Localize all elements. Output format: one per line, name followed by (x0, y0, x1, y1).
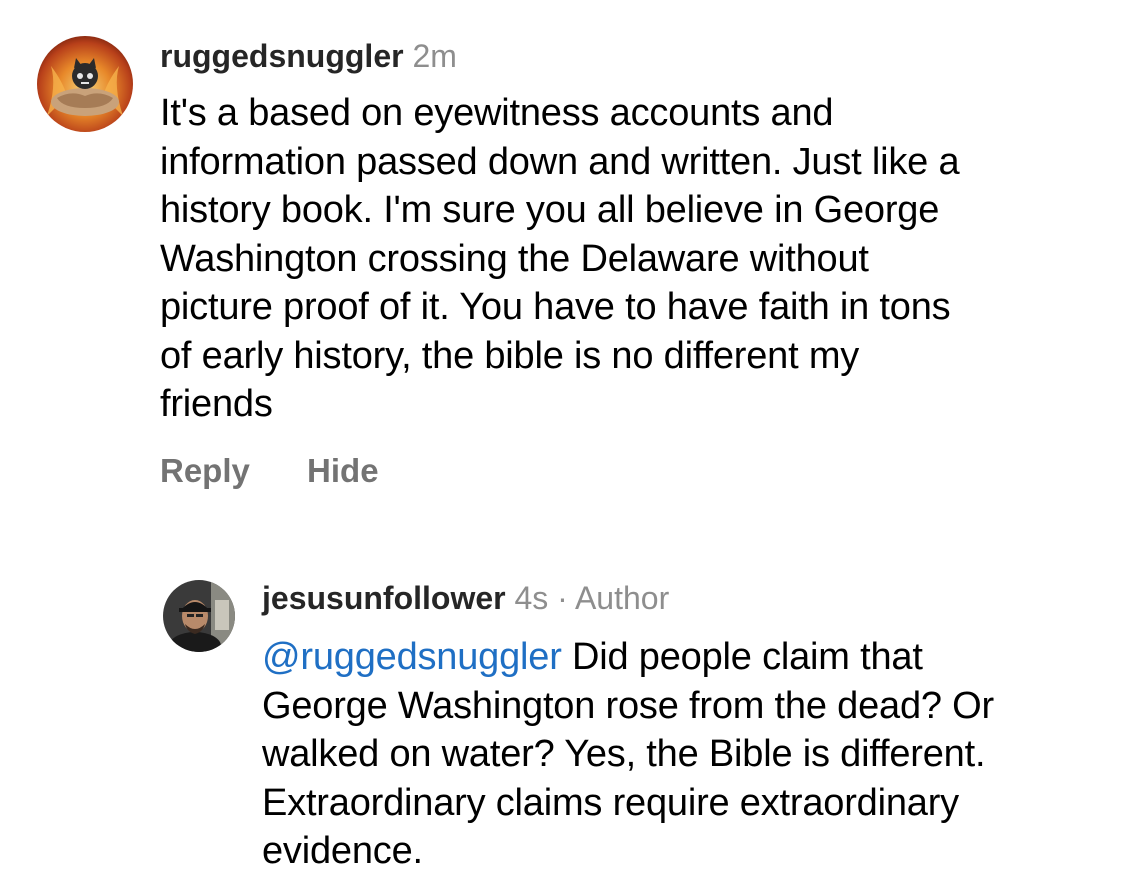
separator-dot: · (557, 580, 568, 616)
comment-text-line: information passed down and written. Jus… (160, 140, 960, 183)
avatar-ruggedsnuggler[interactable] (37, 36, 133, 132)
hide-button[interactable]: Hide (307, 452, 379, 489)
reply-text: @ruggedsnuggler Did people claim that Ge… (262, 633, 1122, 876)
username[interactable]: jesusunfollower (262, 580, 506, 616)
comment-jesusunfollower: jesusunfollower 4s · Author @ruggedsnugg… (0, 560, 1128, 886)
reply-header: jesusunfollower 4s · Author (262, 578, 669, 618)
timestamp: 2m (412, 38, 457, 74)
username[interactable]: ruggedsnuggler (160, 38, 404, 74)
comment-text-line: of early history, the bible is no differ… (160, 334, 860, 377)
reply-text-first-line: Did people claim that (561, 636, 923, 678)
comment-ruggedsnuggler: ruggedsnuggler 2m It's a based on eyewit… (0, 0, 1128, 520)
reply-button[interactable]: Reply (160, 452, 250, 489)
mention-link[interactable]: @ruggedsnuggler (262, 636, 562, 678)
avatar-jesusunfollower[interactable] (163, 580, 235, 652)
comment-text-line: Washington crossing the Delaware without (160, 237, 869, 280)
reply-text-line: @ruggedsnuggler Did people claim that (262, 633, 1122, 682)
comment-text-line: friends (160, 383, 273, 425)
timestamp: 4s (514, 580, 549, 616)
comment-text-line: It's a based on eyewitness accounts and (160, 92, 834, 134)
avatar-fiery-cat-icon (37, 36, 133, 132)
avatar-man-cap-icon (163, 580, 235, 652)
comment-actions: Reply Hide (160, 451, 379, 491)
comment-text-line: history book. I'm sure you all believe i… (160, 189, 940, 231)
reply-text-line: Extraordinary claims require extraordina… (262, 781, 959, 824)
reply-text-line: walked on water? Yes, the Bible is diffe… (262, 733, 986, 775)
author-badge: Author (574, 580, 670, 616)
comment-text: It's a based on eyewitness accounts and … (160, 89, 1120, 429)
reply-text-line: George Washington rose from the dead? Or (262, 684, 994, 727)
reply-text-line: evidence. (262, 830, 423, 872)
comment-header: ruggedsnuggler 2m (160, 36, 457, 76)
comment-text-line: picture proof of it. You have to have fa… (160, 286, 951, 328)
